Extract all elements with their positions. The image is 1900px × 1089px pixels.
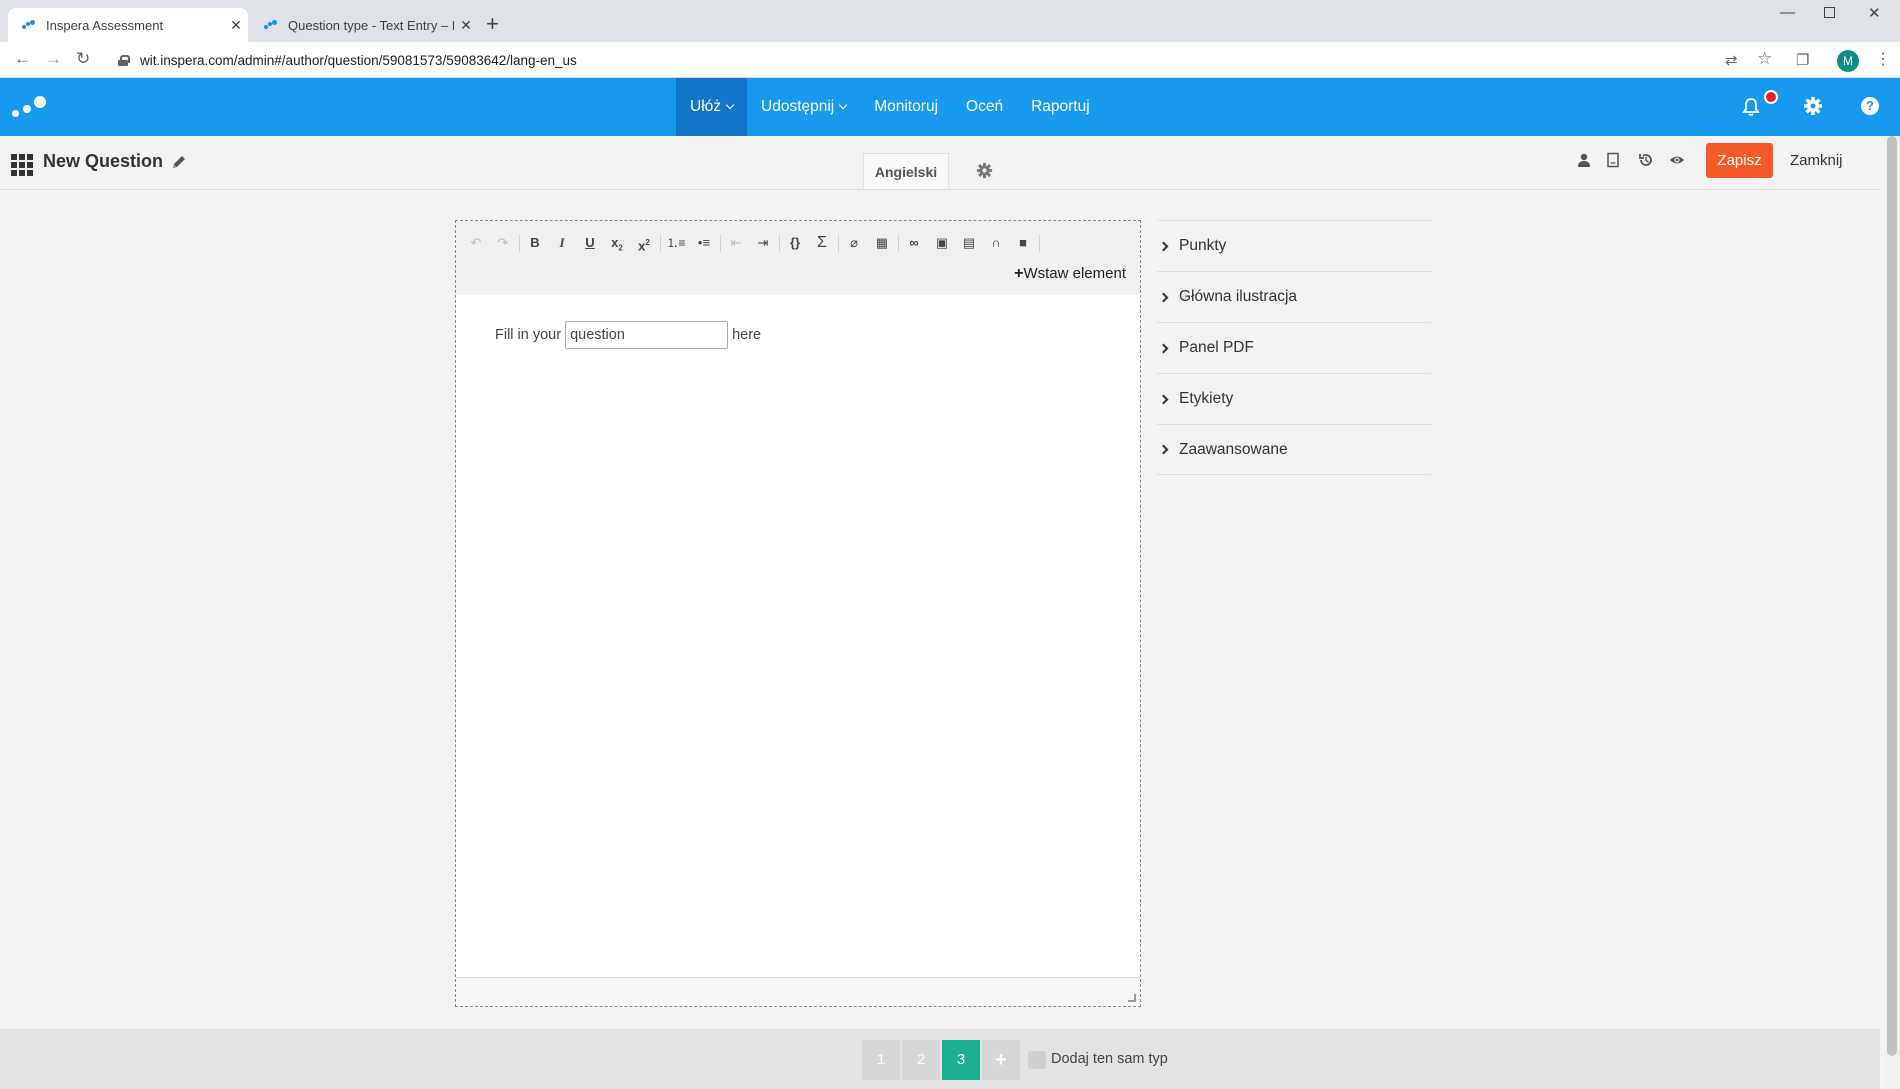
tab-close-icon[interactable]: ✕ — [454, 17, 478, 34]
chevron-right-icon — [1158, 343, 1169, 353]
audio-headphones-icon[interactable]: ∩ — [986, 233, 1006, 253]
chevron-down-icon — [839, 100, 848, 110]
nav-compose[interactable]: Ułóż — [676, 78, 748, 136]
table-icon[interactable]: ▦ — [872, 233, 892, 253]
question-settings-panel: Punkty Główna ilustracja Panel PDF Etyki… — [1157, 220, 1431, 475]
nav-report[interactable]: Raportuj — [1017, 78, 1104, 136]
question-text-after: here — [732, 327, 762, 343]
inspera-favicon-icon — [22, 20, 36, 30]
side-item-points[interactable]: Punkty — [1157, 220, 1431, 271]
side-item-main-illustration[interactable]: Główna ilustracja — [1157, 271, 1431, 322]
main-navigation: Ułóż Udostępnij Monitoruj Oceń Raportuj — [676, 78, 1104, 136]
indent-icon[interactable]: ⇥ — [753, 233, 773, 253]
chevron-right-icon — [1158, 394, 1169, 404]
profile-avatar[interactable]: M — [1837, 50, 1859, 72]
extensions-icon[interactable]: ❐ — [1796, 51, 1809, 69]
add-question-plus-icon[interactable]: + — [982, 1040, 1020, 1080]
document-icon[interactable] — [1605, 152, 1621, 168]
address-bar-row: ← → ↻ wit.inspera.com/admin#/author/ques… — [0, 42, 1900, 78]
page-button-2[interactable]: 2 — [902, 1040, 940, 1080]
user-icon[interactable] — [1576, 152, 1592, 168]
edit-pencil-icon[interactable] — [171, 154, 187, 170]
chevron-down-icon — [725, 100, 735, 110]
url-text: wit.inspera.com/admin#/author/question/5… — [140, 52, 577, 68]
preview-eye-icon[interactable] — [1669, 152, 1685, 168]
page-button-1[interactable]: 1 — [862, 1040, 900, 1080]
video-camera-icon[interactable]: ■ — [1013, 233, 1033, 253]
maximize-icon[interactable] — [1824, 5, 1835, 22]
question-editor: ↶ ↷ B I U x2 x2 ⒈≡ •≡ ⇤ ⇥ {} Σ ⌀ ▦ ∞ ▣ ▤… — [455, 220, 1141, 1007]
undo-icon[interactable]: ↶ — [466, 233, 486, 253]
translate-icon[interactable]: ⇄ — [1725, 51, 1738, 69]
numbered-list-icon[interactable]: ⒈≡ — [666, 233, 686, 253]
bullet-list-icon[interactable]: •≡ — [694, 233, 714, 253]
bold-icon[interactable]: B — [525, 233, 545, 253]
chevron-right-icon — [1158, 444, 1169, 455]
subscript-icon[interactable]: x2 — [607, 233, 627, 253]
superscript-icon[interactable]: x2 — [634, 233, 654, 253]
close-button[interactable]: Zamknij — [1790, 152, 1843, 169]
link-icon[interactable]: ∞ — [904, 233, 924, 253]
save-button[interactable]: Zapisz — [1706, 143, 1773, 178]
history-icon[interactable] — [1638, 152, 1654, 168]
notification-bell-icon[interactable] — [1742, 97, 1760, 117]
nav-grade[interactable]: Oceń — [952, 78, 1017, 136]
code-braces-icon[interactable]: {} — [785, 233, 805, 253]
close-window-icon[interactable]: ✕ — [1868, 4, 1881, 22]
settings-gear-icon[interactable] — [1803, 96, 1823, 116]
language-settings-gear-icon[interactable] — [976, 162, 993, 179]
back-icon[interactable]: ← — [14, 49, 31, 69]
tab-title: Question type - Text Entry – Insp — [288, 17, 454, 33]
help-icon[interactable]: ? — [1861, 97, 1879, 115]
inspera-favicon-icon — [264, 20, 278, 30]
side-item-labels[interactable]: Etykiety — [1157, 373, 1431, 424]
forward-icon[interactable]: → — [45, 49, 62, 69]
question-text-line: Fill in your here — [495, 321, 761, 349]
pdf-file-icon[interactable]: ▤ — [959, 233, 979, 253]
insert-element-button[interactable]: +Wstaw element — [1014, 265, 1126, 283]
math-sigma-icon[interactable]: Σ — [812, 233, 832, 253]
question-title[interactable]: New Question — [43, 151, 163, 172]
browser-tab-strip: Inspera Assessment ✕ Question type - Tex… — [0, 0, 1900, 42]
add-same-type-label[interactable]: Dodaj ten sam typ — [1051, 1051, 1168, 1067]
page-button-3[interactable]: 3 — [942, 1040, 980, 1080]
scrollbar-thumb[interactable] — [1887, 136, 1897, 1056]
editor-content-area[interactable]: Fill in your here — [456, 295, 1140, 971]
chevron-right-icon — [1158, 292, 1169, 302]
new-tab-icon[interactable]: + — [486, 13, 499, 35]
question-footer — [0, 1029, 1880, 1089]
side-item-pdf-panel[interactable]: Panel PDF — [1157, 322, 1431, 373]
language-tab-english[interactable]: Angielski — [863, 153, 949, 189]
tab-close-icon[interactable]: ✕ — [224, 17, 248, 34]
outdent-icon[interactable]: ⇤ — [726, 233, 746, 253]
browser-menu-icon[interactable]: ⋮ — [1875, 49, 1891, 69]
chevron-right-icon — [1158, 241, 1169, 251]
inspera-logo[interactable] — [12, 96, 48, 120]
question-text-before: Fill in your — [495, 327, 562, 343]
attachment-icon[interactable]: ⌀ — [844, 233, 864, 253]
page-scrollbar[interactable] — [1884, 136, 1900, 1089]
editor-toolbar: ↶ ↷ B I U x2 x2 ⒈≡ •≡ ⇤ ⇥ {} Σ ⌀ ▦ ∞ ▣ ▤… — [456, 221, 1140, 295]
underline-icon[interactable]: U — [580, 233, 600, 253]
bookmark-star-icon[interactable]: ☆ — [1757, 49, 1772, 69]
nav-monitor[interactable]: Monitoruj — [860, 78, 952, 136]
side-item-advanced[interactable]: Zaawansowane — [1157, 424, 1431, 475]
lock-icon — [118, 54, 130, 66]
redo-icon[interactable]: ↷ — [493, 233, 513, 253]
text-entry-gap-input[interactable] — [565, 321, 729, 349]
reload-icon[interactable]: ↻ — [76, 49, 90, 69]
url-bar[interactable]: wit.inspera.com/admin#/author/question/5… — [108, 46, 1738, 74]
apps-grid-icon[interactable] — [11, 154, 33, 176]
editor-statusbar — [456, 977, 1140, 1006]
image-icon[interactable]: ▣ — [932, 233, 952, 253]
add-same-type-checkbox[interactable] — [1028, 1051, 1046, 1069]
tab-title: Inspera Assessment — [46, 17, 164, 33]
notification-badge — [1764, 90, 1778, 104]
italic-icon[interactable]: I — [552, 233, 572, 253]
minimize-icon[interactable]: — — [1780, 4, 1795, 21]
browser-tab-question-type[interactable]: Question type - Text Entry – Insp ✕ — [250, 8, 478, 42]
resize-handle-icon[interactable] — [1128, 994, 1136, 1002]
browser-tab-inspera-assessment[interactable]: Inspera Assessment ✕ — [8, 8, 248, 42]
nav-share[interactable]: Udostępnij — [747, 78, 860, 136]
